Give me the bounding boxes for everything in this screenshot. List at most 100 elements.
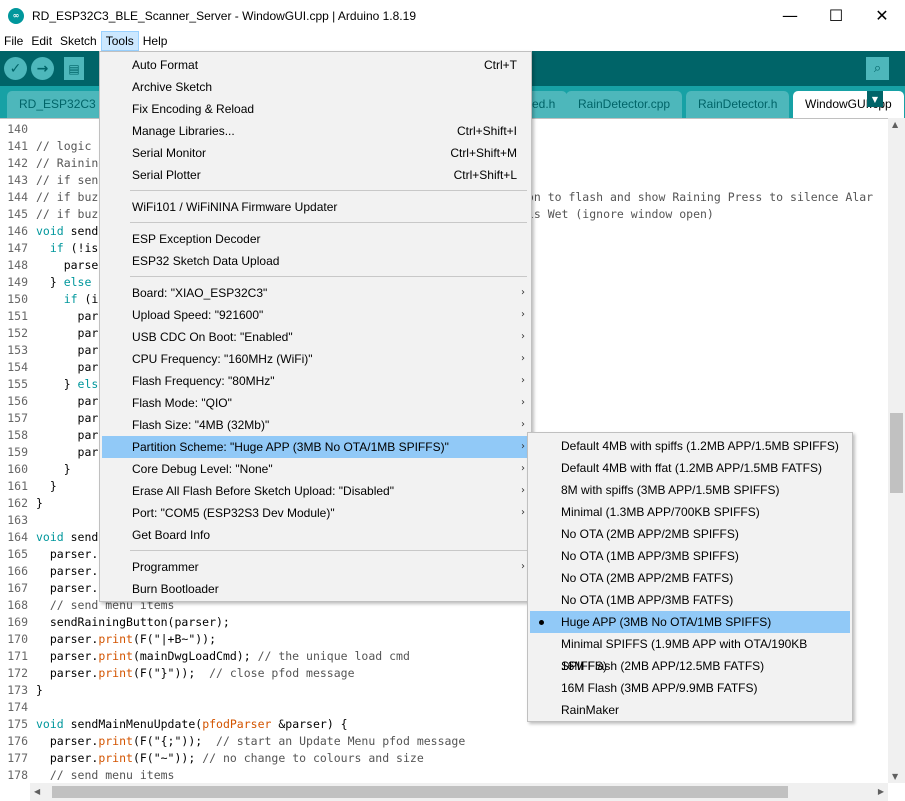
- menu-item-label: Partition Scheme: "Huge APP (3MB No OTA/…: [132, 440, 449, 454]
- code-fragment: (F("~"));: [132, 751, 203, 765]
- menu-item-core-debug-level[interactable]: Core Debug Level: "None" ›: [102, 458, 529, 480]
- code-fragment: (F("{;"));: [132, 734, 217, 748]
- menu-sketch[interactable]: Sketch: [56, 31, 101, 51]
- menu-item-manage-libraries[interactable]: Manage Libraries... Ctrl+Shift+I: [102, 120, 529, 142]
- code-fragment: (F("|+B~"));: [132, 632, 217, 646]
- code-keyword: els: [77, 377, 99, 391]
- menu-item-cpu-frequency[interactable]: CPU Frequency: "160MHz (WiFi)" ›: [102, 348, 529, 370]
- line-number: 167: [7, 581, 28, 595]
- menu-item-flash-frequency[interactable]: Flash Frequency: "80MHz" ›: [102, 370, 529, 392]
- upload-icon[interactable]: →: [31, 57, 54, 80]
- code-keyword: if: [49, 241, 64, 255]
- scroll-up-icon[interactable]: ▲: [892, 120, 898, 129]
- menu-item-auto-format[interactable]: Auto Format Ctrl+T: [102, 54, 529, 76]
- menu-item-burn-bootloader[interactable]: Burn Bootloader: [102, 578, 529, 600]
- line-number: 169: [7, 615, 28, 629]
- vertical-scroll-thumb[interactable]: [890, 413, 903, 493]
- menu-item-label: ESP Exception Decoder: [132, 232, 261, 246]
- line-number: 157: [7, 411, 28, 425]
- line-number: 146: [7, 224, 28, 238]
- menu-item-wifi-firmware-updater[interactable]: WiFi101 / WiFiNINA Firmware Updater: [102, 196, 529, 218]
- menu-item-get-board-info[interactable]: Get Board Info: [102, 524, 529, 546]
- scroll-down-icon[interactable]: ▼: [892, 772, 898, 781]
- serial-monitor-icon[interactable]: ⌕: [866, 57, 889, 80]
- tab-raindetector-cpp[interactable]: RainDetector.cpp: [566, 91, 683, 118]
- close-button[interactable]: ✕: [859, 0, 905, 31]
- submenu-arrow-icon: ›: [521, 375, 525, 386]
- menu-item-board[interactable]: Board: "XIAO_ESP32C3" ›: [102, 282, 529, 304]
- tab-menu-icon[interactable]: ▼: [867, 91, 883, 107]
- submenu-arrow-icon: ›: [521, 419, 525, 430]
- partition-option[interactable]: 16M Flash (3MB APP/9.9MB FATFS): [530, 677, 850, 699]
- partition-option[interactable]: 16M Flash (2MB APP/12.5MB FATFS): [530, 655, 850, 677]
- arduino-logo-icon: ∞: [8, 7, 24, 24]
- partition-option[interactable]: RainMaker: [530, 699, 850, 721]
- verify-icon[interactable]: ✓: [4, 57, 27, 80]
- line-number: 152: [7, 326, 28, 340]
- horizontal-scroll-thumb[interactable]: [52, 786, 788, 798]
- new-sketch-icon[interactable]: ▤: [64, 57, 84, 80]
- menu-file[interactable]: File: [0, 31, 27, 51]
- menu-item-upload-speed[interactable]: Upload Speed: "921600" ›: [102, 304, 529, 326]
- code-fragment: (mainDwgLoadCmd);: [132, 649, 258, 663]
- code-fragment: parser.: [36, 632, 99, 646]
- partition-option[interactable]: No OTA (1MB APP/3MB SPIFFS): [530, 545, 850, 567]
- tab-main-sketch[interactable]: RD_ESP32C3: [7, 91, 108, 118]
- tab-raindetector-h[interactable]: RainDetector.h: [686, 91, 790, 118]
- line-number: 159: [7, 445, 28, 459]
- partition-option[interactable]: No OTA (2MB APP/2MB SPIFFS): [530, 523, 850, 545]
- partition-option[interactable]: No OTA (2MB APP/2MB FATFS): [530, 567, 850, 589]
- code-fragment: [36, 241, 50, 255]
- menu-bar: File Edit Sketch Tools Help: [0, 31, 905, 51]
- line-number: 176: [7, 734, 28, 748]
- code-fragment: }: [36, 377, 78, 391]
- tab-windowgui-cpp[interactable]: WindowGUI.cpp: [793, 91, 904, 118]
- menu-item-label: Core Debug Level: "None": [132, 462, 273, 476]
- code-keyword: else: [63, 275, 92, 289]
- menu-help[interactable]: Help: [139, 31, 172, 51]
- title-bar: ∞ RD_ESP32C3_BLE_Scanner_Server - Window…: [0, 0, 905, 31]
- menu-item-programmer[interactable]: Programmer ›: [102, 556, 529, 578]
- partition-option[interactable]: No OTA (1MB APP/3MB FATFS): [530, 589, 850, 611]
- line-number: 143: [7, 173, 28, 187]
- menu-item-esp-exception-decoder[interactable]: ESP Exception Decoder: [102, 228, 529, 250]
- horizontal-scrollbar[interactable]: ◀ ▶: [30, 783, 888, 801]
- code-fragment: parser.: [36, 734, 99, 748]
- menu-tools[interactable]: Tools: [100, 31, 139, 51]
- scroll-right-icon[interactable]: ▶: [878, 787, 884, 796]
- code-fragment: (i: [77, 292, 99, 306]
- line-number: 175: [7, 717, 28, 731]
- menu-item-archive-sketch[interactable]: Archive Sketch: [102, 76, 529, 98]
- partition-option-selected[interactable]: Huge APP (3MB No OTA/1MB SPIFFS): [530, 611, 850, 633]
- partition-option[interactable]: Default 4MB with spiffs (1.2MB APP/1.5MB…: [530, 435, 850, 457]
- menu-item-serial-plotter[interactable]: Serial Plotter Ctrl+Shift+L: [102, 164, 529, 186]
- code-keyword: void: [36, 717, 64, 731]
- menu-item-esp32-data-upload[interactable]: ESP32 Sketch Data Upload: [102, 250, 529, 272]
- menu-item-flash-mode[interactable]: Flash Mode: "QIO" ›: [102, 392, 529, 414]
- shortcut-label: Ctrl+T: [484, 58, 517, 72]
- menu-item-serial-monitor[interactable]: Serial Monitor Ctrl+Shift+M: [102, 142, 529, 164]
- menu-item-erase-all-flash[interactable]: Erase All Flash Before Sketch Upload: "D…: [102, 480, 529, 502]
- partition-option[interactable]: Minimal SPIFFS (1.9MB APP with OTA/190KB…: [530, 633, 850, 673]
- code-fragment: }: [36, 275, 64, 289]
- code-keyword: void: [36, 224, 64, 238]
- code-fragment: parser.: [36, 666, 99, 680]
- menu-item-partition-scheme[interactable]: Partition Scheme: "Huge APP (3MB No OTA/…: [102, 436, 529, 458]
- menu-item-fix-encoding[interactable]: Fix Encoding & Reload: [102, 98, 529, 120]
- partition-option[interactable]: Default 4MB with ffat (1.2MB APP/1.5MB F…: [530, 457, 850, 479]
- menu-item-port[interactable]: Port: "COM5 (ESP32S3 Dev Module)" ›: [102, 502, 529, 524]
- maximize-button[interactable]: ☐: [813, 0, 859, 31]
- menu-item-usb-cdc-on-boot[interactable]: USB CDC On Boot: "Enabled" ›: [102, 326, 529, 348]
- partition-option[interactable]: Minimal (1.3MB APP/700KB SPIFFS): [530, 501, 850, 523]
- scroll-left-icon[interactable]: ◀: [34, 787, 40, 796]
- code-comment: // close pfod message: [209, 666, 355, 680]
- menu-edit[interactable]: Edit: [27, 31, 56, 51]
- submenu-arrow-icon: ›: [521, 507, 525, 518]
- vertical-scrollbar[interactable]: ▲ ▼: [888, 118, 905, 783]
- partition-option[interactable]: 8M with spiffs (3MB APP/1.5MB SPIFFS): [530, 479, 850, 501]
- line-number: 140: [7, 122, 28, 136]
- line-number: 178: [7, 768, 28, 782]
- menu-item-flash-size[interactable]: Flash Size: "4MB (32Mb)" ›: [102, 414, 529, 436]
- menu-item-label: Erase All Flash Before Sketch Upload: "D…: [132, 484, 394, 498]
- minimize-button[interactable]: —: [767, 0, 813, 31]
